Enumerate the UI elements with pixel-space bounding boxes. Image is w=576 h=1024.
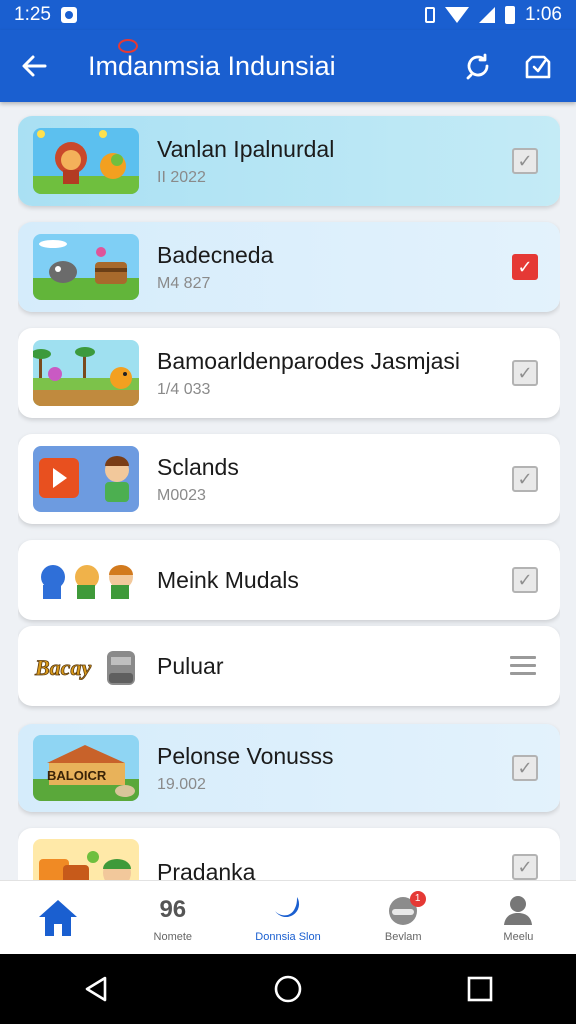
- game-thumbnail: [33, 839, 139, 880]
- item-title: Puluar: [157, 652, 224, 679]
- back-button[interactable]: [14, 46, 54, 86]
- item-subtitle: M0023: [157, 486, 206, 504]
- share-box-icon: [525, 55, 551, 79]
- item-title: Pradanka: [157, 858, 256, 881]
- nav-meelu[interactable]: Meelu: [461, 881, 576, 954]
- nav-label: Meelu: [503, 930, 534, 943]
- item-subtitle: ІІ 2022: [157, 168, 206, 186]
- thumb-sign-text: BALOICR: [47, 768, 107, 783]
- list-item[interactable]: Bamoarldenparodes Jasmjasi 1/4 033 ✓: [18, 328, 560, 418]
- check-icon: ✓: [517, 857, 533, 877]
- check-icon: ✓: [517, 758, 533, 778]
- page-title-text: Imdanmsia Indunsiai: [88, 50, 336, 81]
- 96-icon: 96: [159, 895, 187, 923]
- nav-label: Donnsia Slon: [255, 930, 321, 943]
- game-thumbnail: [33, 340, 139, 406]
- person-icon: [504, 895, 533, 925]
- item-checkbox[interactable]: ✓: [512, 148, 538, 174]
- bottom-nav: 96 Nomete Donnsia Slon 1 Bevlam Meelu: [0, 880, 576, 954]
- refresh-icon: [466, 53, 489, 80]
- battery-icon: [505, 6, 516, 24]
- list-item[interactable]: Pradanka ✓: [18, 828, 560, 880]
- arrow-left-icon: [22, 55, 47, 77]
- nav-home[interactable]: [0, 881, 115, 954]
- item-checkbox[interactable]: ✓: [512, 360, 538, 386]
- item-checkbox[interactable]: ✓: [512, 254, 538, 280]
- signal-icon: [479, 7, 496, 23]
- refresh-button[interactable]: [456, 44, 500, 88]
- item-subtitle: 19.002: [157, 775, 206, 793]
- check-icon: ✓: [517, 570, 533, 590]
- item-subtitle: M4 827: [157, 274, 211, 292]
- item-checkbox[interactable]: ✓: [512, 567, 538, 593]
- status-bar: 1:25 1:06: [0, 0, 576, 30]
- vibrate-icon: [425, 7, 436, 23]
- back-triangle-icon[interactable]: [81, 974, 111, 1004]
- list-item[interactable]: Meink Mudals ✓: [18, 540, 560, 620]
- title-badge-icon: [118, 38, 138, 53]
- recents-square-icon[interactable]: [465, 974, 495, 1004]
- moon-icon: [275, 896, 300, 917]
- app-bar: Imdanmsia Indunsiai: [0, 30, 576, 102]
- wifi-icon: [445, 7, 470, 23]
- item-checkbox[interactable]: ✓: [512, 854, 538, 880]
- item-title: Bamoarldenparodes Jasmjasi: [157, 347, 460, 374]
- thumb-logo-text: Bacay: [34, 655, 91, 680]
- game-thumbnail: BALOICR: [33, 735, 139, 801]
- notification-badge: 1: [409, 891, 426, 907]
- system-nav-bar: [0, 954, 576, 1024]
- nav-bevlam[interactable]: 1 Bevlam: [346, 881, 461, 954]
- game-list: Vanlan Ipalnurdal ІІ 2022 ✓ Badecneda M4…: [18, 114, 560, 880]
- game-thumbnail: [33, 128, 139, 194]
- reorder-handle-icon[interactable]: [510, 656, 536, 675]
- home-icon: [38, 899, 77, 936]
- status-time-right: 1:06: [525, 4, 562, 25]
- check-icon: ✓: [517, 151, 533, 171]
- list-item[interactable]: BALOICR Pelonse Vonusss 19.002 ✓: [18, 724, 560, 812]
- item-subtitle: 1/4 033: [157, 380, 211, 398]
- item-checkbox[interactable]: ✓: [512, 755, 538, 781]
- item-title: Pelonse Vonusss: [157, 742, 334, 769]
- share-button[interactable]: [516, 44, 560, 88]
- list-item[interactable]: Bacay Puluar: [18, 626, 560, 706]
- nav-donnsia-slon[interactable]: Donnsia Slon: [230, 881, 345, 954]
- check-icon: ✓: [517, 469, 533, 489]
- status-time: 1:25: [14, 4, 51, 25]
- home-circle-icon[interactable]: [273, 974, 303, 1004]
- nav-nomete[interactable]: 96 Nomete: [115, 881, 230, 954]
- game-thumbnail: [33, 547, 139, 613]
- item-checkbox[interactable]: ✓: [512, 466, 538, 492]
- item-title: Badecneda: [157, 241, 274, 268]
- game-thumbnail: Bacay: [33, 633, 139, 699]
- check-icon: ✓: [517, 363, 533, 383]
- list-item[interactable]: Vanlan Ipalnurdal ІІ 2022 ✓: [18, 116, 560, 206]
- page-title: Imdanmsia Indunsiai: [88, 38, 456, 82]
- game-thumbnail: [33, 234, 139, 300]
- item-title: Sclands: [157, 453, 239, 480]
- list-item[interactable]: Badecneda M4 827 ✓: [18, 222, 560, 312]
- item-title: Meink Mudals: [157, 566, 299, 593]
- nav-label: Bevlam: [384, 930, 422, 943]
- check-icon: ✓: [517, 257, 533, 277]
- nav-label: Nomete: [153, 930, 193, 943]
- game-thumbnail: [33, 446, 139, 512]
- item-title: Vanlan Ipalnurdal: [157, 135, 335, 162]
- list-item[interactable]: Sclands M0023 ✓: [18, 434, 560, 524]
- notification-icon: [60, 7, 77, 23]
